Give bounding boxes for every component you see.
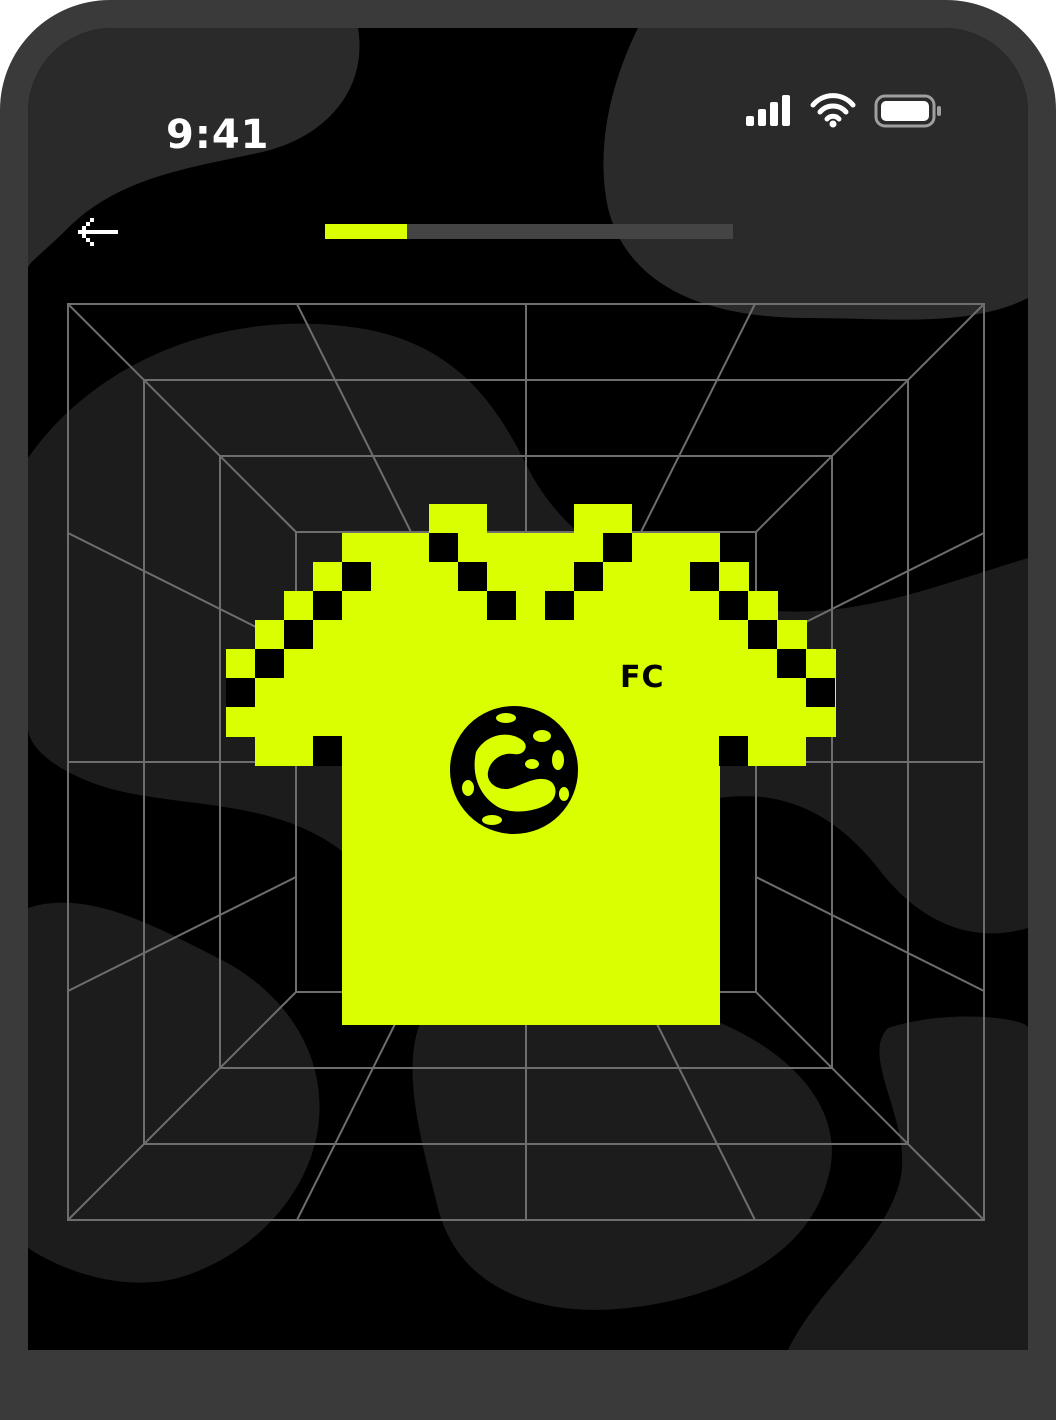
pixel-jersey: [226, 504, 836, 1025]
phone-frame: 9:41 FC: [0, 0, 1056, 1420]
football-crest-icon: [450, 706, 578, 834]
jersey-badge-text: FC: [620, 660, 665, 695]
jersey-stage: [67, 303, 985, 1221]
app-screen: 9:41 FC: [28, 28, 1028, 1350]
